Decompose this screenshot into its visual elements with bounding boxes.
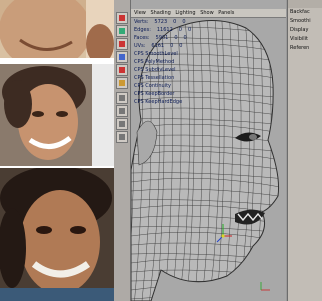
hud-fps-row: CPS SmoothLevel — [134, 51, 178, 57]
scale-tool-icon[interactable] — [116, 77, 128, 89]
layout-four-icon[interactable] — [116, 105, 128, 117]
rotate-tool-icon[interactable] — [116, 64, 128, 76]
hud-fps-row: CPS PolyMethod — [134, 59, 175, 65]
menu-panels[interactable]: Panels — [218, 10, 234, 16]
channel-box-header — [288, 0, 322, 8]
menu-view[interactable]: View — [134, 10, 146, 16]
reference-photo-middle — [0, 64, 114, 166]
maya-window: View Shading Lighting Show Panels Verts:… — [114, 0, 322, 301]
wire-line — [285, 0, 287, 301]
toolbox — [114, 0, 131, 301]
hud-row-verts: Verts: 5723 0 0 — [134, 19, 186, 25]
select-tool-icon[interactable] — [116, 12, 128, 24]
hud-fps-row: CPS KeepHardEdge — [134, 99, 183, 105]
paint-select-icon[interactable] — [116, 38, 128, 50]
menu-lighting[interactable]: Lighting — [175, 10, 195, 16]
wire-line — [276, 20, 279, 301]
lasso-tool-icon[interactable] — [116, 25, 128, 37]
hud-fps-row: CPS Continuity — [134, 83, 171, 89]
panel-menu-bar: View Shading Lighting Show Panels — [131, 9, 286, 18]
hud-row-uvs: UVs: 6161 0 0 — [134, 43, 183, 49]
panel-title-bar — [131, 0, 286, 9]
reference-photo-bottom — [0, 168, 114, 301]
channel-box: Backfac Smoothi Display Visibilit Refere… — [287, 0, 322, 301]
layout-single-icon[interactable] — [116, 92, 128, 104]
hud-fps-row: CPS SubdivLevel — [134, 67, 176, 73]
channel-attr-display[interactable]: Display — [288, 26, 322, 35]
hud-fps-row: CPS Tessellation — [134, 75, 175, 81]
menu-shading[interactable]: Shading — [150, 10, 170, 16]
reference-photo-top — [0, 0, 114, 64]
layout-outliner-icon[interactable] — [116, 131, 128, 143]
menu-show[interactable]: Show — [200, 10, 214, 16]
channel-attr-reference[interactable]: Referen — [288, 44, 322, 53]
layout-split-icon[interactable] — [116, 118, 128, 130]
hud-row-faces: Faces: 5901 0 0 — [134, 35, 187, 41]
hud-row-edges: Edges: 11612 0 0 — [134, 27, 192, 33]
heads-up-display: Verts: 5723 0 0 Edges: 11612 0 0 Faces: 5901 0 0 … — [134, 18, 191, 106]
channel-attr-smoothing[interactable]: Smoothi — [288, 17, 322, 26]
wire-line — [131, 296, 279, 301]
move-tool-icon[interactable] — [116, 51, 128, 63]
hud-fps-row: CPS KeepBorder — [134, 91, 175, 97]
channel-attr-visibility[interactable]: Visibilit — [288, 35, 322, 44]
perspective-viewport[interactable]: View Shading Lighting Show Panels Verts:… — [131, 0, 286, 301]
channel-attr-backface[interactable]: Backfac — [288, 8, 322, 17]
